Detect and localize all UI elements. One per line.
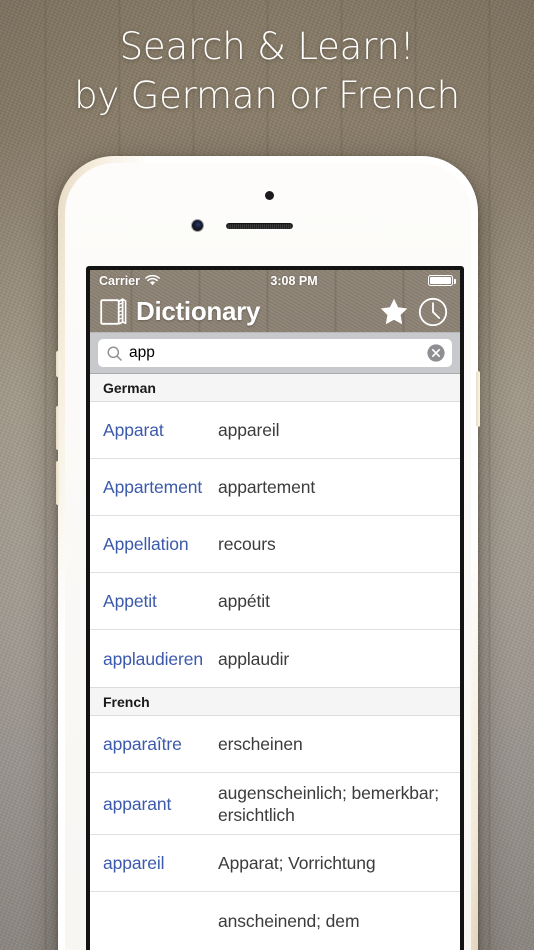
navigation-bar: Dictionary [90,291,460,332]
table-row[interactable]: apparant augenscheinlich; bemerkbar; ers… [90,773,460,835]
section-header-french: French [90,687,460,716]
row-translation: appétit [218,591,270,611]
power-button [476,371,480,427]
row-term: apparaître [103,734,182,754]
row-translation: anscheinend; dem [218,910,360,931]
row-translation: erscheinen [218,734,303,754]
navigation-zone: Carrier 3:08 PM Dictionary [90,270,460,332]
battery-full-icon [428,275,456,286]
headline-line-2: by German or French [74,74,460,117]
table-row[interactable]: Appellation recours [90,516,460,573]
status-bar-right [428,275,456,286]
table-row[interactable]: apparaître erscheinen [90,716,460,773]
screen-bezel: Carrier 3:08 PM Dictionary app German Ap… [86,266,464,950]
table-row[interactable]: appareil Apparat; Vorrichtung [90,835,460,892]
row-translation: recours [218,534,276,554]
volume-down-button [56,461,60,505]
row-translation: Apparat; Vorrichtung [218,853,376,873]
search-icon [107,346,122,361]
table-row[interactable]: applaudieren applaudir [90,630,460,687]
volume-up-button [56,406,60,450]
row-term: appareil [103,853,165,873]
status-bar: Carrier 3:08 PM [90,270,460,291]
phone-mockup: Carrier 3:08 PM Dictionary app German Ap… [56,156,480,950]
star-icon[interactable] [379,297,409,326]
search-input-value[interactable]: app [129,345,420,361]
row-term: Appellation [103,534,189,554]
row-translation: applaudir [218,648,290,669]
earpiece-speaker-icon [226,223,293,229]
row-term: Appetit [103,591,157,611]
row-translation: augenscheinlich; bemerkbar; ersichtlich [218,782,440,825]
headline-line-1: Search & Learn! [119,25,415,68]
row-term: Apparat [103,420,164,440]
row-term: apparant [103,793,172,814]
silent-switch [56,351,60,377]
section-header-german: German [90,374,460,402]
table-row[interactable]: Appartement appartement [90,459,460,516]
clear-circle-icon[interactable] [427,344,445,362]
clock-label: 3:08 PM [270,273,318,288]
wifi-icon [145,275,160,286]
promo-stage: Search & Learn! by German or French Carr… [0,0,534,950]
table-row[interactable]: Appetit appétit [90,573,460,630]
promo-headline: Search & Learn! by German or French [0,22,534,120]
carrier-label: Carrier [99,273,140,288]
table-row[interactable]: Apparat appareil [90,402,460,459]
book-icon [100,297,127,325]
page-title: Dictionary [136,295,261,326]
table-row[interactable]: anscheinend; dem [90,892,460,949]
row-translation: appareil [218,420,280,440]
row-term: applaudieren [103,648,203,669]
status-bar-left: Carrier [99,274,160,288]
app-screen: Carrier 3:08 PM Dictionary app German Ap… [90,270,460,950]
search-bar-container: app [90,332,460,374]
front-camera-icon [192,220,203,231]
clock-icon[interactable] [418,297,448,327]
search-input[interactable]: app [98,339,452,367]
phone-front-face: Carrier 3:08 PM Dictionary app German Ap… [65,163,471,950]
row-translation: appartement [218,477,316,497]
results-list: German Apparat appareil Appartement appa… [90,374,460,949]
proximity-sensor-icon [265,191,274,200]
row-term: Appartement [103,477,203,497]
